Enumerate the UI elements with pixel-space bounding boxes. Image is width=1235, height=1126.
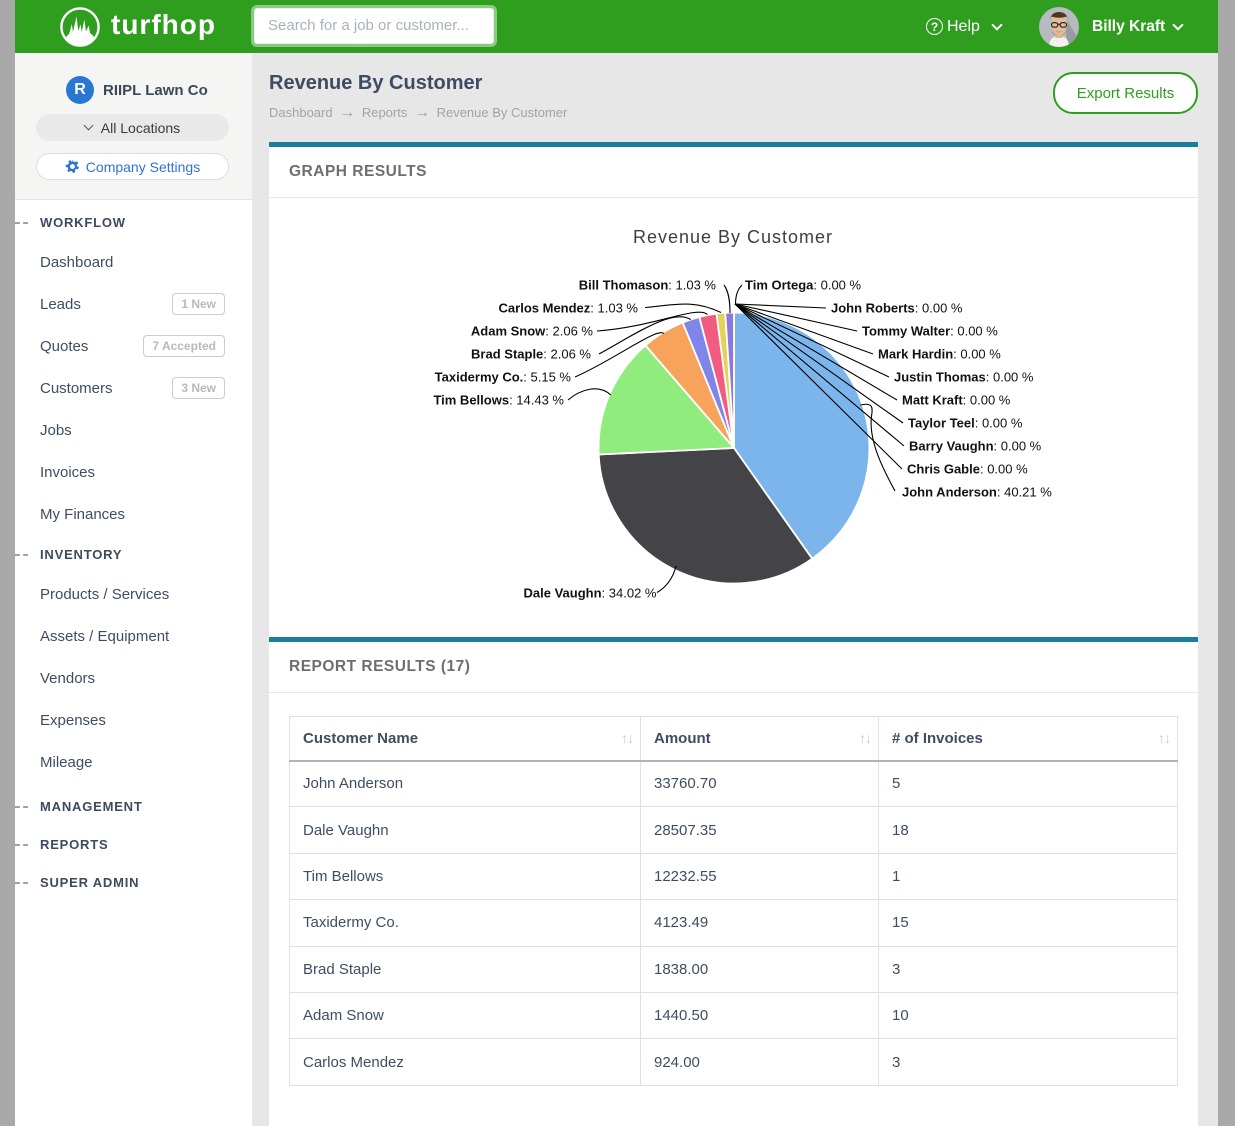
svg-text:Mark Hardin: 0.00 %: Mark Hardin: 0.00 % xyxy=(878,347,1001,362)
svg-text:Tim Bellows: 14.43 %: Tim Bellows: 14.43 % xyxy=(433,393,564,408)
svg-text:Bill Thomason: 1.03 %: Bill Thomason: 1.03 % xyxy=(579,278,717,293)
svg-text:John Roberts: 0.00 %: John Roberts: 0.00 % xyxy=(831,301,963,316)
svg-text:Revenue By Customer: Revenue By Customer xyxy=(633,227,833,247)
svg-text:John Anderson: 40.21 %: John Anderson: 40.21 % xyxy=(902,485,1052,500)
svg-text:Adam Snow: 2.06 %: Adam Snow: 2.06 % xyxy=(471,324,594,339)
svg-text:Justin Thomas: 0.00 %: Justin Thomas: 0.00 % xyxy=(894,370,1034,385)
svg-text:Tim Ortega: 0.00 %: Tim Ortega: 0.00 % xyxy=(745,278,862,293)
svg-text:Carlos Mendez: 1.03 %: Carlos Mendez: 1.03 % xyxy=(499,301,639,316)
svg-text:Brad Staple: 2.06 %: Brad Staple: 2.06 % xyxy=(471,347,591,362)
svg-text:Chris Gable: 0.00 %: Chris Gable: 0.00 % xyxy=(907,462,1028,477)
svg-text:Matt Kraft: 0.00 %: Matt Kraft: 0.00 % xyxy=(902,393,1011,408)
svg-text:Dale Vaughn: 34.02 %: Dale Vaughn: 34.02 % xyxy=(524,586,657,601)
svg-text:Taxidermy Co.: 5.15 %: Taxidermy Co.: 5.15 % xyxy=(435,370,572,385)
svg-text:Barry Vaughn: 0.00 %: Barry Vaughn: 0.00 % xyxy=(909,439,1042,454)
svg-text:Tommy Walter: 0.00 %: Tommy Walter: 0.00 % xyxy=(862,324,998,339)
svg-text:Taylor Teel: 0.00 %: Taylor Teel: 0.00 % xyxy=(908,416,1023,431)
